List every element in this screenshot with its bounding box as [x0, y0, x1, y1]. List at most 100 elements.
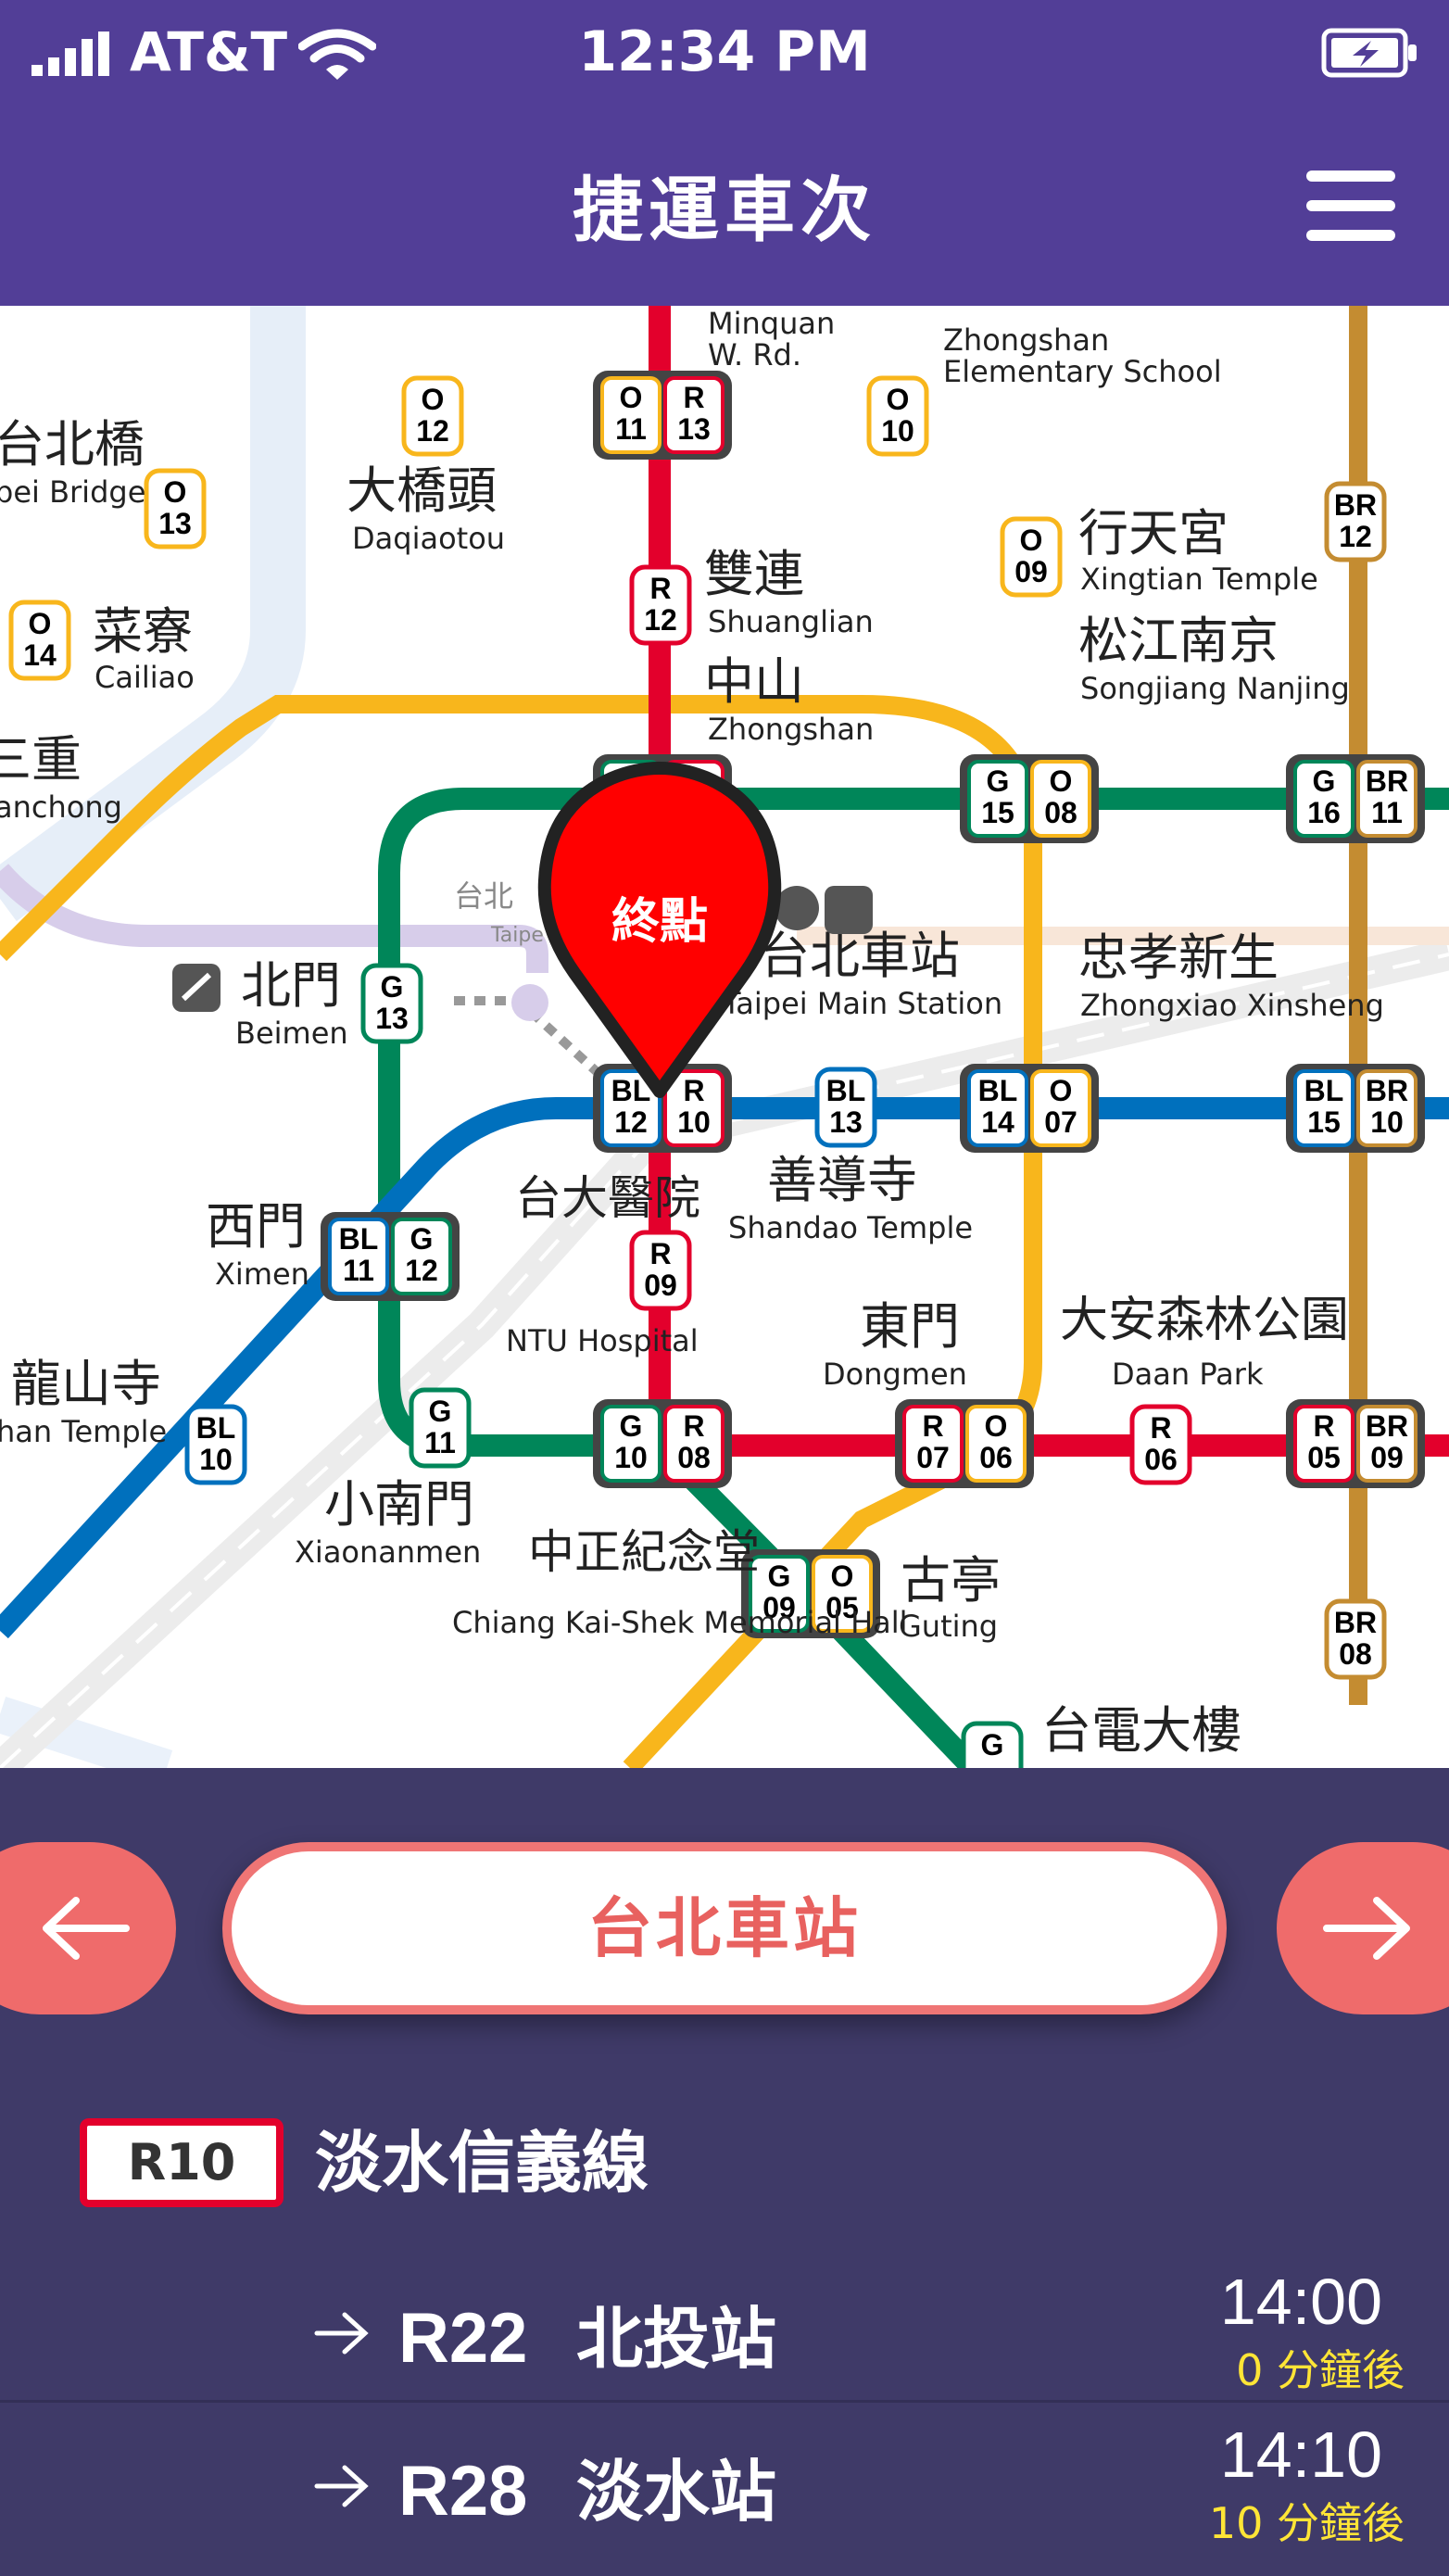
station-box: G13: [360, 963, 423, 1044]
map-label: han Temple: [0, 1414, 167, 1449]
map-label: 雙連: [704, 545, 804, 603]
svg-text:R: R: [683, 1409, 704, 1443]
departure-row[interactable]: R28 淡水站 14:10 10 分鐘後: [0, 2400, 1449, 2576]
map-label: 大安森林公園: [1060, 1293, 1349, 1348]
svg-text:BL: BL: [339, 1222, 379, 1256]
svg-text:R: R: [683, 381, 704, 414]
svg-text:G: G: [987, 764, 1010, 798]
svg-text:10: 10: [614, 1441, 648, 1474]
map-label: 東門: [860, 1297, 960, 1356]
map-label: Chiang Kai-Shek Memorial Hall: [452, 1605, 908, 1640]
nav-bar: 捷運車次: [0, 104, 1449, 306]
svg-text:08: 08: [677, 1441, 711, 1474]
station-box: O14: [8, 600, 71, 681]
map-label: 龍山寺: [11, 1355, 161, 1413]
departure-destination: 北投站: [576, 2300, 777, 2378]
station-selector[interactable]: 台北車站: [222, 1842, 1227, 2014]
map-label: 松江南京: [1078, 612, 1279, 670]
svg-text:16: 16: [1307, 796, 1341, 829]
arrow-right-icon: [314, 2465, 369, 2507]
departure-time: 14:00: [1219, 2266, 1382, 2338]
map-label: 古亭: [901, 1551, 1001, 1610]
svg-text:09: 09: [1014, 555, 1048, 588]
svg-text:08: 08: [1339, 1637, 1372, 1671]
map-label: Zhongxiao Xinsheng: [1080, 988, 1384, 1023]
map-label: Guting: [899, 1609, 998, 1644]
map-label: Cailiao: [94, 660, 195, 695]
svg-text:10: 10: [881, 414, 914, 448]
map-label: Beimen: [235, 1016, 348, 1051]
svg-text:BR: BR: [1334, 1606, 1377, 1639]
svg-text:BL: BL: [196, 1411, 236, 1445]
svg-text:BL: BL: [826, 1074, 866, 1107]
metro-map[interactable]: O12 O11R13 O10 O13 O14 R12 O09 BR12 G14R…: [0, 306, 1449, 1768]
station-box: BL14 O07: [960, 1064, 1099, 1153]
hsr-icon: [775, 886, 819, 930]
metro-map-canvas: O12 O11R13 O10 O13 O14 R12 O09 BR12 G14R…: [0, 306, 1449, 1768]
map-label: Taipei Main Station: [722, 986, 1002, 1021]
map-label: 台北車站: [760, 927, 960, 985]
station-box: G10 R08: [593, 1399, 732, 1488]
line-name: 淡水信義線: [315, 2124, 649, 2202]
departure-destination: 淡水站: [576, 2453, 777, 2531]
station-box: O10: [866, 375, 929, 457]
next-station-button[interactable]: [1277, 1842, 1449, 2014]
status-bar: AT&T 12:34 PM: [0, 0, 1449, 104]
departure-code: R28: [398, 2452, 528, 2531]
airport-icon: [825, 886, 873, 934]
map-label: pei Bridge: [0, 474, 145, 510]
svg-text:Taipe: Taipe: [490, 924, 544, 947]
svg-text:O: O: [1050, 1074, 1073, 1107]
line-code-badge: R10: [80, 2118, 284, 2207]
map-label: 菜寮: [93, 602, 193, 661]
map-label: NTU Hospital: [506, 1323, 699, 1358]
svg-text:10: 10: [1370, 1105, 1404, 1139]
station-name: 台北車站: [587, 1890, 862, 1966]
departure-wait: 10 分鐘後: [1208, 2498, 1405, 2548]
svg-text:13: 13: [158, 507, 192, 540]
svg-text:BR: BR: [1366, 1409, 1408, 1443]
svg-text:13: 13: [829, 1105, 863, 1139]
station-box: BL11 G12: [321, 1212, 460, 1301]
map-label: Elementary School: [943, 354, 1222, 389]
station-box: R09: [629, 1230, 692, 1311]
map-label: Shuanglian: [708, 604, 874, 639]
map-label: 西門: [206, 1197, 306, 1256]
svg-text:O: O: [1050, 764, 1073, 798]
departure-time: 14:10: [1219, 2418, 1382, 2491]
svg-text:08: 08: [1044, 796, 1077, 829]
station-box: BL15 BR10: [1286, 1064, 1425, 1153]
destination-marker: 終點: [537, 762, 782, 1098]
station-box: G16 BR11: [1286, 754, 1425, 843]
svg-text:12: 12: [644, 603, 677, 637]
svg-text:R: R: [683, 1074, 704, 1107]
departure-wait: 0 分鐘後: [1236, 2345, 1405, 2395]
svg-text:12: 12: [614, 1105, 648, 1139]
svg-text:12: 12: [416, 414, 449, 448]
station-box: G15 O08: [960, 754, 1099, 843]
station-box: O11 R13: [593, 371, 732, 460]
svg-text:07: 07: [1044, 1105, 1077, 1139]
hamburger-menu-icon[interactable]: [1301, 165, 1401, 246]
map-label: Xingtian Temple: [1080, 562, 1318, 597]
svg-text:O: O: [620, 381, 643, 414]
station-box: BR08: [1324, 1598, 1387, 1680]
prev-station-button[interactable]: [0, 1842, 176, 2014]
svg-text:14: 14: [981, 1105, 1014, 1139]
map-label: 中正紀念堂: [528, 1525, 760, 1579]
map-label: 北門: [241, 956, 341, 1015]
arrow-right-icon: [1323, 1897, 1410, 1960]
map-label: 台北橋: [0, 415, 145, 474]
svg-text:05: 05: [1307, 1441, 1341, 1474]
svg-text:12: 12: [1339, 520, 1372, 553]
svg-text:13: 13: [677, 412, 711, 446]
svg-text:BL: BL: [1304, 1074, 1344, 1107]
svg-text:14: 14: [23, 638, 57, 672]
svg-text:10: 10: [199, 1443, 233, 1476]
map-label: Songjiang Nanjing: [1080, 671, 1350, 706]
svg-text:R: R: [922, 1409, 943, 1443]
svg-text:O: O: [422, 383, 445, 416]
station-box: BR12: [1324, 481, 1387, 562]
svg-text:O: O: [831, 1559, 854, 1593]
svg-text:R: R: [1150, 1411, 1171, 1445]
